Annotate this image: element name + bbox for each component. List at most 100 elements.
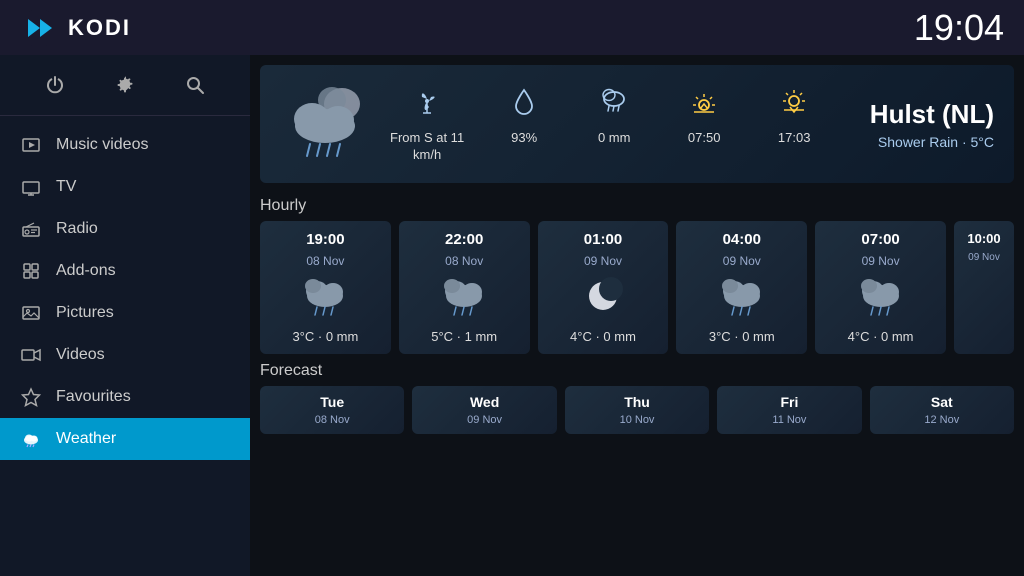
sunset-icon bbox=[778, 85, 810, 124]
forecast-card-2[interactable]: Thu 10 Nov bbox=[565, 386, 709, 434]
forecast-day-1: Wed bbox=[470, 394, 499, 410]
forecast-card-0[interactable]: Tue 08 Nov bbox=[260, 386, 404, 434]
rain-stat: 0 mm bbox=[584, 85, 644, 147]
forecast-row: Tue 08 Nov Wed 09 Nov Thu 10 Nov Fri 11 … bbox=[260, 386, 1014, 434]
forecast-day-4: Sat bbox=[931, 394, 953, 410]
hourly-date-4: 09 Nov bbox=[862, 254, 900, 268]
radio-label: Radio bbox=[56, 220, 98, 238]
weather-current-panel: From S at 11 km/h 93% bbox=[260, 65, 1014, 183]
hourly-card-4[interactable]: 07:00 09 Nov 4°C · 0 mm bbox=[815, 221, 946, 354]
hourly-time-3: 04:00 bbox=[723, 231, 761, 248]
hourly-icon-4 bbox=[855, 274, 907, 323]
forecast-date-1: 09 Nov bbox=[467, 414, 502, 426]
tv-icon bbox=[20, 176, 42, 198]
hourly-temp-4: 4°C · 0 mm bbox=[848, 329, 914, 344]
sunrise-stat: 07:50 bbox=[674, 85, 734, 147]
hourly-date-2: 09 Nov bbox=[584, 254, 622, 268]
hourly-date-1: 08 Nov bbox=[445, 254, 483, 268]
music-videos-label: Music videos bbox=[56, 136, 148, 154]
hourly-time-2: 01:00 bbox=[584, 231, 622, 248]
humidity-icon bbox=[508, 85, 540, 124]
hourly-temp-3: 3°C · 0 mm bbox=[709, 329, 775, 344]
music-videos-icon bbox=[20, 134, 42, 156]
hourly-date-5: 09 Nov bbox=[968, 252, 1000, 263]
forecast-section: Forecast Tue 08 Nov Wed 09 Nov Thu 10 No… bbox=[250, 354, 1024, 434]
sidebar-item-videos[interactable]: Videos bbox=[0, 334, 250, 376]
sidebar-item-radio[interactable]: Radio bbox=[0, 208, 250, 250]
header-left: KODI bbox=[20, 9, 131, 47]
hourly-card-3[interactable]: 04:00 09 Nov 3°C · 0 mm bbox=[676, 221, 807, 354]
videos-label: Videos bbox=[56, 346, 105, 364]
weather-icon bbox=[20, 428, 42, 450]
kodi-logo-icon bbox=[20, 9, 58, 47]
main-layout: Music videos TV bbox=[0, 55, 1024, 576]
hourly-time-1: 22:00 bbox=[445, 231, 483, 248]
hourly-section-title: Hourly bbox=[250, 193, 1024, 221]
hourly-card-1[interactable]: 22:00 08 Nov 5°C · 1 mm bbox=[399, 221, 530, 354]
radio-icon bbox=[20, 218, 42, 240]
weather-location: Hulst (NL) Shower Rain · 5°C bbox=[870, 99, 994, 150]
sidebar-item-music-videos[interactable]: Music videos bbox=[0, 124, 250, 166]
favourites-icon bbox=[20, 386, 42, 408]
hourly-temp-1: 5°C · 1 mm bbox=[431, 329, 497, 344]
hourly-temp-0: 3°C · 0 mm bbox=[292, 329, 358, 344]
forecast-date-4: 12 Nov bbox=[924, 414, 959, 426]
sidebar-item-pictures[interactable]: Pictures bbox=[0, 292, 250, 334]
sidebar-nav: Music videos TV bbox=[0, 116, 250, 576]
forecast-card-4[interactable]: Sat 12 Nov bbox=[870, 386, 1014, 434]
pictures-label: Pictures bbox=[56, 304, 114, 322]
hourly-icon-1 bbox=[438, 274, 490, 323]
pictures-icon bbox=[20, 302, 42, 324]
hourly-time-4: 07:00 bbox=[861, 231, 899, 248]
forecast-title: Forecast bbox=[260, 362, 1014, 380]
sidebar-item-favourites[interactable]: Favourites bbox=[0, 376, 250, 418]
settings-button[interactable] bbox=[107, 67, 143, 103]
weather-stats: From S at 11 km/h 93% bbox=[390, 85, 850, 164]
hourly-icon-2 bbox=[577, 274, 629, 323]
videos-icon bbox=[20, 344, 42, 366]
sidebar-item-addons[interactable]: Add-ons bbox=[0, 250, 250, 292]
hourly-card-0[interactable]: 19:00 08 Nov 3°C · 0 mm bbox=[260, 221, 391, 354]
forecast-date-0: 08 Nov bbox=[315, 414, 350, 426]
weather-city: Hulst (NL) bbox=[870, 99, 994, 130]
search-button[interactable] bbox=[177, 67, 213, 103]
weather-main-icon bbox=[280, 79, 370, 169]
hourly-card-2[interactable]: 01:00 09 Nov 4°C · 0 mm bbox=[538, 221, 669, 354]
addons-label: Add-ons bbox=[56, 262, 116, 280]
humidity-stat: 93% bbox=[494, 85, 554, 147]
app-title: KODI bbox=[68, 15, 131, 41]
sunset-stat: 17:03 bbox=[764, 85, 824, 147]
forecast-card-1[interactable]: Wed 09 Nov bbox=[412, 386, 556, 434]
forecast-date-3: 11 Nov bbox=[772, 414, 806, 426]
weather-label: Weather bbox=[56, 430, 116, 448]
forecast-date-2: 10 Nov bbox=[620, 414, 655, 426]
sunrise-value: 07:50 bbox=[688, 130, 721, 147]
hourly-time-0: 19:00 bbox=[306, 231, 344, 248]
rain-value: 0 mm bbox=[598, 130, 631, 147]
hourly-date-0: 08 Nov bbox=[306, 254, 344, 268]
hourly-time-5: 10:00 bbox=[967, 231, 1000, 246]
favourites-label: Favourites bbox=[56, 388, 131, 406]
forecast-card-3[interactable]: Fri 11 Nov bbox=[717, 386, 861, 434]
sunrise-icon bbox=[688, 85, 720, 124]
hourly-icon-3 bbox=[716, 274, 768, 323]
sidebar-top-icons bbox=[0, 55, 250, 116]
rain-icon bbox=[598, 85, 630, 124]
forecast-day-3: Fri bbox=[780, 394, 798, 410]
forecast-day-2: Thu bbox=[624, 394, 650, 410]
sidebar-item-tv[interactable]: TV bbox=[0, 166, 250, 208]
header: KODI 19:04 bbox=[0, 0, 1024, 55]
hourly-icon-0 bbox=[299, 274, 351, 323]
tv-label: TV bbox=[56, 178, 76, 196]
power-button[interactable] bbox=[37, 67, 73, 103]
hourly-row: 19:00 08 Nov 3°C · 0 mm bbox=[250, 221, 1024, 354]
sidebar: Music videos TV bbox=[0, 55, 250, 576]
sidebar-item-weather[interactable]: Weather bbox=[0, 418, 250, 460]
addons-icon bbox=[20, 260, 42, 282]
hourly-card-5[interactable]: 10:00 09 Nov bbox=[954, 221, 1014, 354]
hourly-temp-2: 4°C · 0 mm bbox=[570, 329, 636, 344]
humidity-value: 93% bbox=[511, 130, 537, 147]
weather-description: Shower Rain · 5°C bbox=[870, 134, 994, 150]
sunset-value: 17:03 bbox=[778, 130, 811, 147]
wind-icon bbox=[411, 85, 443, 124]
